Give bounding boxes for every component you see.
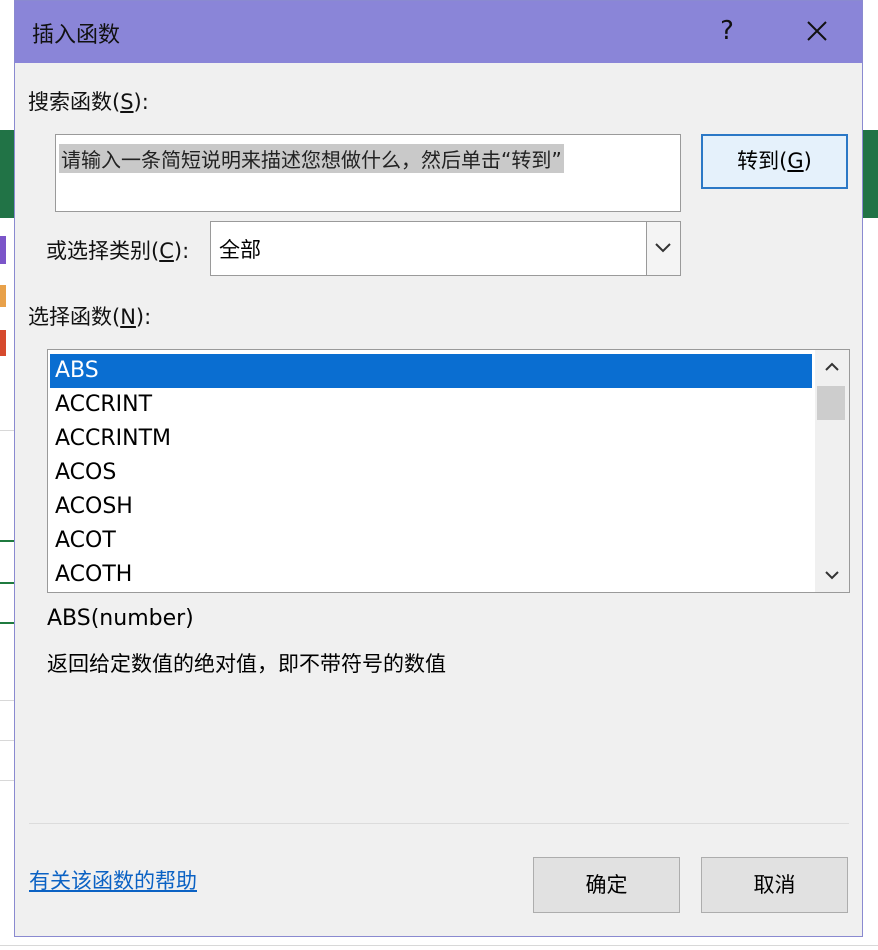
function-list-item[interactable]: ACOSH bbox=[50, 490, 812, 524]
function-list-item[interactable]: ACOS bbox=[50, 456, 812, 490]
background-gridline bbox=[0, 700, 14, 701]
close-button[interactable] bbox=[795, 11, 839, 51]
insert-function-dialog: 插入函数 ? 搜索函数(S): 请输入一条简短说明来描述您想做什么，然后单击“转… bbox=[14, 0, 863, 937]
background-gridline bbox=[0, 740, 14, 741]
background-cell-marker bbox=[0, 285, 6, 307]
scroll-up-button[interactable] bbox=[815, 350, 849, 384]
function-list-scrollbar[interactable] bbox=[815, 350, 849, 592]
dialog-title: 插入函数 bbox=[32, 23, 121, 48]
button-text: 转到( bbox=[737, 149, 788, 173]
search-input[interactable]: 请输入一条简短说明来描述您想做什么，然后单击“转到” bbox=[55, 134, 681, 212]
search-input-text: 请输入一条简短说明来描述您想做什么，然后单击“转到” bbox=[59, 144, 564, 173]
background-cell-marker bbox=[0, 236, 6, 264]
label-text: 选择函数( bbox=[28, 305, 121, 329]
label-text: ): bbox=[173, 239, 190, 263]
search-function-label: 搜索函数(S): bbox=[28, 86, 149, 116]
select-function-label: 选择函数(N): bbox=[28, 301, 151, 331]
function-list-item[interactable]: ACCRINTM bbox=[50, 422, 812, 456]
help-button[interactable]: ? bbox=[705, 11, 749, 51]
background-cell-marker bbox=[0, 330, 6, 356]
dialog-titlebar: 插入函数 ? bbox=[15, 1, 862, 63]
label-accelerator: C bbox=[159, 239, 174, 263]
background-gridline bbox=[0, 430, 14, 431]
background-ribbon-edge bbox=[863, 130, 878, 218]
chevron-down-icon bbox=[655, 243, 671, 253]
close-icon bbox=[807, 21, 827, 41]
scroll-thumb[interactable] bbox=[817, 386, 845, 420]
chevron-down-icon bbox=[825, 571, 839, 580]
cancel-button[interactable]: 取消 bbox=[701, 857, 848, 913]
function-list[interactable]: ABS ACCRINT ACCRINTM ACOS ACOSH ACOT ACO… bbox=[47, 349, 850, 593]
function-list-item[interactable]: ACOT bbox=[50, 524, 812, 558]
function-help-link[interactable]: 有关该函数的帮助 bbox=[29, 865, 197, 895]
button-text: ) bbox=[803, 149, 812, 173]
label-accelerator: N bbox=[120, 305, 136, 329]
ok-button[interactable]: 确定 bbox=[533, 857, 680, 913]
function-signature: ABS(number) bbox=[47, 606, 194, 631]
button-accelerator: G bbox=[787, 149, 804, 173]
function-description: 返回给定数值的绝对值，即不带符号的数值 bbox=[47, 652, 446, 676]
background-gridline bbox=[0, 780, 14, 781]
category-dropdown-button[interactable] bbox=[646, 222, 680, 275]
function-list-item[interactable]: ABS bbox=[50, 354, 812, 388]
chevron-up-icon bbox=[825, 362, 839, 371]
goto-button[interactable]: 转到(G) bbox=[701, 134, 848, 189]
function-list-item[interactable]: ACOTH bbox=[50, 558, 812, 592]
category-label: 或选择类别(C): bbox=[46, 235, 189, 265]
label-text: ): bbox=[133, 90, 149, 114]
scroll-down-button[interactable] bbox=[815, 558, 849, 592]
label-text: 搜索函数( bbox=[28, 90, 121, 114]
category-selected-value: 全部 bbox=[219, 238, 261, 262]
label-accelerator: S bbox=[120, 90, 134, 114]
divider bbox=[29, 823, 849, 824]
category-select[interactable]: 全部 bbox=[210, 221, 681, 276]
label-text: 或选择类别( bbox=[46, 239, 160, 263]
label-text: ): bbox=[135, 305, 152, 329]
background-ribbon-edge bbox=[0, 130, 14, 218]
function-list-item[interactable]: ACCRINT bbox=[50, 388, 812, 422]
help-icon: ? bbox=[720, 16, 734, 46]
background-gridline bbox=[0, 945, 878, 946]
